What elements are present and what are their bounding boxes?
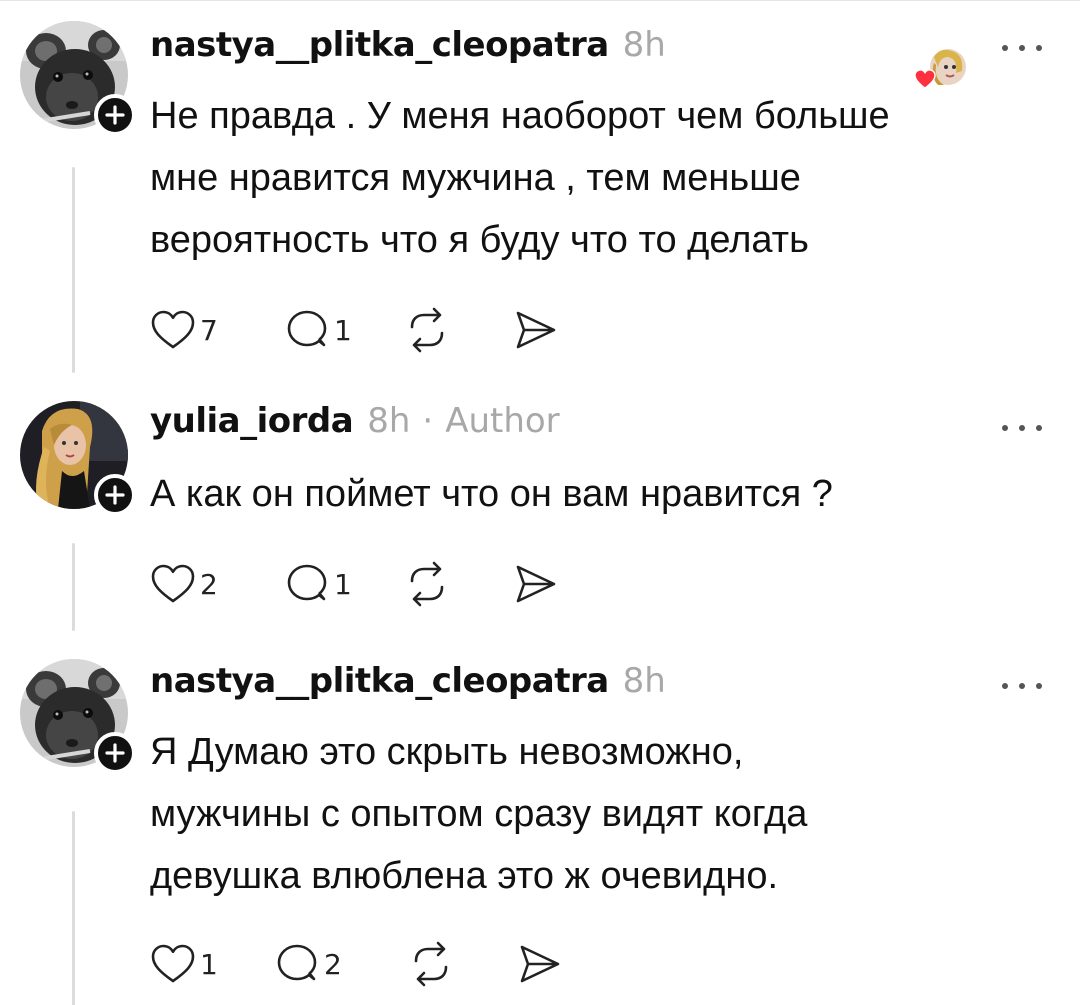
avatar-wrap[interactable] bbox=[20, 659, 136, 774]
send-arrow-icon bbox=[516, 565, 556, 603]
like-count: 7 bbox=[200, 313, 218, 347]
comment-text: А как он поймет что он вам нравится ? bbox=[150, 463, 1030, 525]
action-bar: 7 1 bbox=[150, 305, 572, 355]
repost-arrows-icon bbox=[414, 941, 448, 987]
thread-line bbox=[72, 811, 75, 1005]
avatar-wrap[interactable] bbox=[20, 21, 136, 136]
avatar-wrap[interactable] bbox=[20, 401, 136, 516]
reply-count: 1 bbox=[334, 567, 352, 601]
more-dots-icon bbox=[1002, 45, 1008, 51]
action-bar: 2 1 bbox=[150, 559, 572, 609]
timestamp: 8h bbox=[622, 25, 666, 65]
send-arrow-icon bbox=[516, 311, 556, 349]
heart-outline-icon bbox=[151, 944, 195, 983]
username[interactable]: yulia_iorda bbox=[150, 401, 354, 441]
reply-button[interactable]: 1 bbox=[284, 559, 404, 609]
plus-icon bbox=[105, 485, 125, 505]
comment-header: nastya__plitka_cleopatra 8h bbox=[150, 25, 666, 81]
comment-text-line: вероятность что я буду что то делать bbox=[150, 219, 809, 261]
speech-bubble-icon bbox=[277, 944, 317, 981]
repost-arrows-icon bbox=[410, 561, 444, 607]
reply-count: 1 bbox=[334, 313, 352, 347]
heart-outline-icon bbox=[151, 310, 195, 349]
like-button[interactable]: 7 bbox=[150, 305, 284, 355]
comment-text-line: Не правда . У меня наоборот чем больше bbox=[150, 95, 890, 137]
more-options-button[interactable] bbox=[1002, 421, 1042, 435]
threads-comments-page: nastya__plitka_cleopatra 8h Не правда . … bbox=[0, 0, 1080, 1005]
like-count: 1 bbox=[200, 947, 218, 981]
comment-text-line: Я Думаю это скрыть невозможно, bbox=[150, 731, 744, 773]
follow-button[interactable] bbox=[94, 732, 136, 774]
comment-text-line: А как он поймет что он вам нравится ? bbox=[150, 473, 833, 515]
username[interactable]: nastya__plitka_cleopatra bbox=[150, 25, 609, 65]
comment-2: yulia_iorda 8h · Author А как он поймет … bbox=[0, 401, 1080, 641]
comment-text-line: девушка влюблена это ж очевидно. bbox=[150, 855, 779, 897]
like-button[interactable]: 1 bbox=[150, 939, 274, 989]
follow-button[interactable] bbox=[94, 474, 136, 516]
plus-icon bbox=[105, 743, 125, 763]
speech-bubble-icon bbox=[287, 564, 327, 601]
share-button[interactable] bbox=[512, 305, 572, 355]
reply-count: 2 bbox=[324, 947, 342, 981]
share-button[interactable] bbox=[516, 939, 576, 989]
plus-icon bbox=[105, 105, 125, 125]
timestamp: 8h bbox=[367, 401, 411, 441]
comment-text: Не правда . У меня наоборот чем больше м… bbox=[150, 85, 1030, 271]
heart-outline-icon bbox=[151, 564, 195, 603]
comment-text: Я Думаю это скрыть невозможно, мужчины с… bbox=[150, 721, 1030, 907]
thread-line bbox=[72, 167, 75, 373]
like-button[interactable]: 2 bbox=[150, 559, 284, 609]
action-bar: 1 2 bbox=[150, 939, 576, 989]
comment-header: yulia_iorda 8h · Author bbox=[150, 401, 560, 457]
comment-text-line: мужчины с опытом сразу видят когда bbox=[150, 793, 808, 835]
comment-text-line: мне нравится мужчина , тем меньше bbox=[150, 157, 801, 199]
more-dots-icon bbox=[1002, 683, 1008, 689]
reply-button[interactable]: 1 bbox=[284, 305, 404, 355]
comment-1: nastya__plitka_cleopatra 8h Не правда . … bbox=[0, 21, 1080, 381]
timestamp: 8h bbox=[622, 661, 666, 701]
more-options-button[interactable] bbox=[1002, 41, 1042, 55]
like-count: 2 bbox=[200, 567, 218, 601]
username[interactable]: nastya__plitka_cleopatra bbox=[150, 661, 609, 701]
more-options-button[interactable] bbox=[1002, 679, 1042, 693]
comment-3: nastya__plitka_cleopatra 8h Я Думаю это … bbox=[0, 659, 1080, 1005]
meta-separator: · bbox=[422, 401, 434, 441]
reply-button[interactable]: 2 bbox=[274, 939, 408, 989]
author-label: Author bbox=[445, 401, 560, 441]
repost-arrows-icon bbox=[410, 307, 444, 353]
repost-button[interactable] bbox=[404, 305, 512, 355]
speech-bubble-icon bbox=[287, 310, 327, 347]
share-button[interactable] bbox=[512, 559, 572, 609]
follow-button[interactable] bbox=[94, 94, 136, 136]
more-dots-icon bbox=[1002, 425, 1008, 431]
thread-line bbox=[72, 543, 75, 631]
repost-button[interactable] bbox=[408, 939, 516, 989]
repost-button[interactable] bbox=[404, 559, 512, 609]
comment-header: nastya__plitka_cleopatra 8h bbox=[150, 661, 666, 717]
send-arrow-icon bbox=[520, 945, 560, 983]
